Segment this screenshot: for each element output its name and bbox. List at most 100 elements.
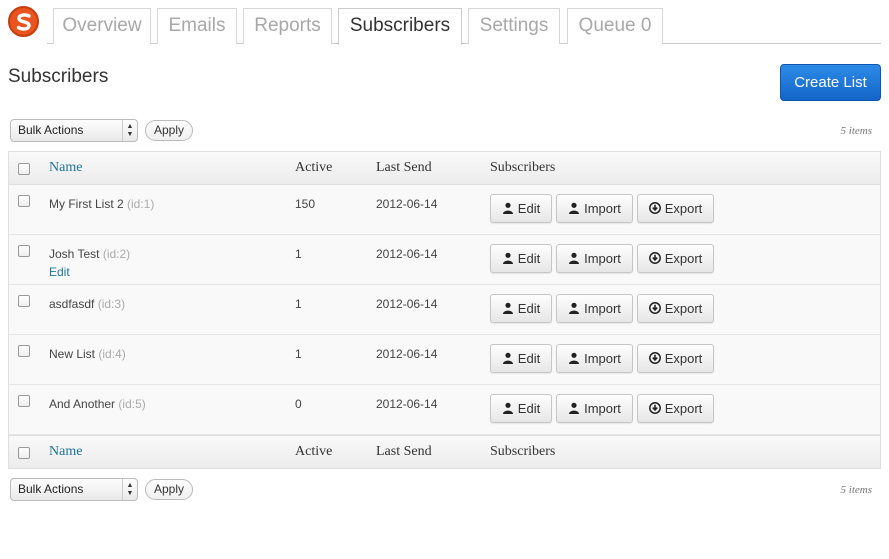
tab-emails[interactable]: Emails [157,8,237,44]
tab-settings[interactable]: Settings [468,8,560,44]
row-checkbox[interactable] [18,345,30,357]
import-button[interactable]: Import [556,194,633,223]
last-send-date: 2012-06-14 [376,197,438,211]
app-logo[interactable] [8,6,39,37]
list-name: And Another [49,397,116,411]
list-name: asdfasdf [49,297,95,311]
bulk-actions-select-top[interactable]: Bulk Actions ▲ ▼ [10,119,138,142]
row-checkbox[interactable] [18,395,30,407]
export-button[interactable]: Export [637,394,714,423]
list-name-cell: And Another (id:5) [49,397,146,411]
select-all-checkbox-footer[interactable] [18,447,30,459]
row-checkbox[interactable] [18,245,30,257]
user-icon [568,351,584,366]
create-list-button[interactable]: Create List [780,64,881,101]
column-footer-name[interactable]: Name [49,436,82,468]
lists-table: Name Active Last Send Subscribers My Fir… [8,151,881,469]
column-footer-last-send: Last Send [376,444,432,459]
import-button-label: Import [584,301,621,316]
logo-s-icon [16,12,31,31]
edit-button[interactable]: Edit [490,344,552,373]
import-button-label: Import [584,251,621,266]
table-row: New List (id:4) 1 2012-06-14 Edit Import Expo… [9,335,880,385]
table-footer: Name Active Last Send Subscribers [9,435,880,468]
download-circle-icon [648,201,665,216]
export-button-label: Export [664,301,703,316]
list-name: New List [49,347,96,361]
import-button[interactable]: Import [556,244,633,273]
user-icon [502,201,518,216]
tab-reports[interactable]: Reports [243,8,332,44]
list-name-cell: My First List 2 (id:1) [49,197,154,211]
user-icon [568,301,584,316]
list-id: (id:2) [102,247,131,261]
list-name-cell: Josh Test (id:2) [49,247,130,261]
edit-button[interactable]: Edit [490,294,552,323]
list-id: (id:5) [118,397,146,411]
column-header-name[interactable]: Name [49,152,82,184]
column-header-last-send: Last Send [376,160,432,175]
column-header-active: Active [295,160,333,175]
edit-button[interactable]: Edit [490,194,552,223]
last-send-date: 2012-06-14 [376,297,438,311]
import-button[interactable]: Import [556,344,633,373]
active-count: 1 [295,347,302,361]
table-row: My First List 2 (id:1) 150 2012-06-14 Edit I… [9,185,880,235]
tab-queue[interactable]: Queue 0 [567,8,663,44]
export-button[interactable]: Export [637,244,714,273]
apply-button-top[interactable]: Apply [145,120,193,141]
download-circle-icon [648,251,665,266]
tab-overview[interactable]: Overview [53,8,151,44]
row-edit-link[interactable]: Edit [49,265,70,279]
edit-button[interactable]: Edit [490,244,552,273]
item-count-top: 5 items [840,125,872,137]
bulk-actions-select-bottom[interactable]: Bulk Actions ▲ ▼ [10,478,138,501]
page-title: Subscribers [8,66,109,87]
user-icon [502,301,518,316]
list-id: (id:3) [97,297,126,311]
export-button[interactable]: Export [637,344,714,373]
export-button-label: Export [664,251,703,266]
download-circle-icon [648,351,665,366]
edit-button-label: Edit [517,401,541,416]
import-button[interactable]: Import [556,294,633,323]
user-icon [502,401,518,416]
last-send-date: 2012-06-14 [376,397,438,411]
user-icon [502,251,518,266]
user-icon [502,351,518,366]
list-name-cell: New List (id:4) [49,347,126,361]
user-icon [568,401,584,416]
edit-button-label: Edit [517,251,541,266]
item-count-bottom: 5 items [840,484,872,496]
list-name: Josh Test [49,247,100,261]
import-button[interactable]: Import [556,394,633,423]
export-button[interactable]: Export [637,194,714,223]
select-arrows-icon: ▲ ▼ [122,479,137,500]
list-name: My First List 2 [49,197,124,211]
last-send-date: 2012-06-14 [376,347,438,361]
edit-button[interactable]: Edit [490,394,552,423]
table-row: asdfasdf (id:3) 1 2012-06-14 Edit Import Expo… [9,285,880,335]
row-checkbox[interactable] [18,295,30,307]
column-footer-active: Active [295,444,333,459]
import-button-label: Import [584,201,621,216]
tab-subscribers[interactable]: Subscribers [338,8,462,45]
row-checkbox[interactable] [18,195,30,207]
export-button[interactable]: Export [637,294,714,323]
export-button-label: Export [664,401,703,416]
active-count: 1 [295,297,302,311]
select-all-checkbox[interactable] [18,163,30,175]
user-icon [568,251,584,266]
column-header-subscribers: Subscribers [490,160,556,175]
edit-button-label: Edit [517,301,541,316]
list-name-cell: asdfasdf (id:3) [49,297,125,311]
edit-button-label: Edit [517,201,541,216]
table-row: Josh Test (id:2) Edit 1 2012-06-14 Edit Impor… [9,235,880,285]
table-row: And Another (id:5) 0 2012-06-14 Edit Import E… [9,385,880,435]
import-button-label: Import [584,351,621,366]
column-footer-subscribers: Subscribers [490,444,556,459]
export-button-label: Export [664,201,703,216]
apply-button-bottom[interactable]: Apply [145,479,193,500]
export-button-label: Export [664,351,703,366]
last-send-date: 2012-06-14 [376,247,438,261]
